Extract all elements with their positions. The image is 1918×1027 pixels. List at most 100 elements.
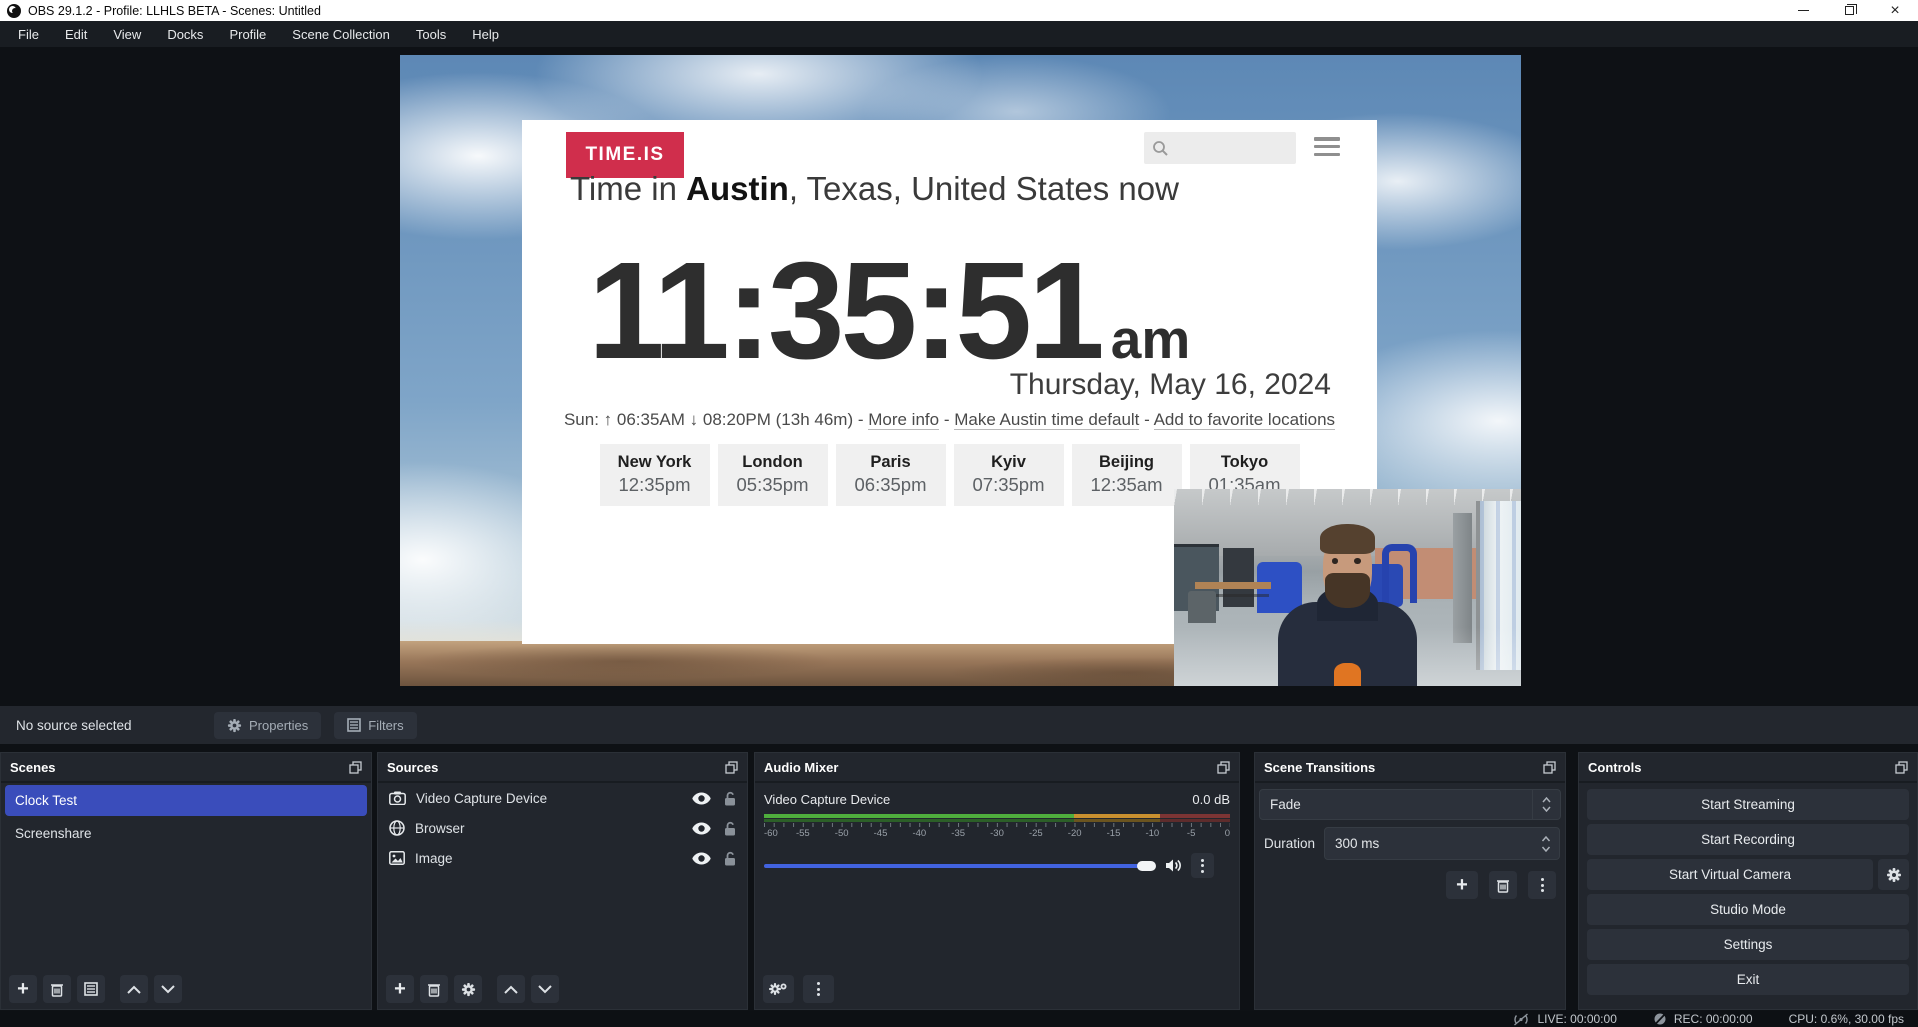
add-scene-button[interactable]: + — [9, 975, 37, 1003]
menu-docks[interactable]: Docks — [154, 21, 216, 47]
timeis-sun-line: Sun: ↑ 06:35AM ↓ 08:20PM (13h 46m) - Mor… — [522, 410, 1377, 430]
globe-icon — [389, 820, 405, 836]
source-row-video-capture[interactable]: Video Capture Device — [378, 783, 747, 813]
start-virtual-camera-button[interactable]: Start Virtual Camera — [1587, 859, 1873, 890]
audio-mixer-header[interactable]: Audio Mixer — [755, 753, 1239, 783]
source-context-bar: No source selected Properties Filters — [0, 706, 1918, 744]
scene-item-screenshare[interactable]: Screenshare — [5, 818, 367, 849]
remove-source-button[interactable] — [420, 975, 448, 1003]
source-row-browser[interactable]: Browser — [378, 813, 747, 843]
menu-tools[interactable]: Tools — [403, 21, 459, 47]
record-inactive-icon — [1653, 1012, 1667, 1026]
obs-logo-icon — [7, 4, 21, 18]
menu-edit[interactable]: Edit — [52, 21, 100, 47]
preview-workspace: TIME.IS Time in Austin, Texas, United St… — [0, 47, 1918, 706]
city-card-newyork: New York12:35pm — [600, 444, 710, 506]
mixer-channel-menu-button[interactable] — [1191, 853, 1214, 878]
scenes-panel: Scenes Clock Test Screenshare + — [0, 752, 372, 1010]
mixer-menu-button[interactable] — [803, 975, 834, 1003]
make-default-link: Make Austin time default — [954, 410, 1139, 430]
menu-profile[interactable]: Profile — [216, 21, 279, 47]
settings-button[interactable]: Settings — [1587, 929, 1909, 960]
clock-digits: 11:35:51 — [588, 242, 1101, 380]
source-row-image[interactable]: Image — [378, 843, 747, 873]
lock-open-icon[interactable] — [724, 821, 736, 836]
stream-inactive-icon — [1512, 1013, 1530, 1026]
virtual-camera-settings-button[interactable] — [1878, 859, 1909, 890]
move-scene-down-button[interactable] — [154, 975, 182, 1003]
close-button[interactable]: × — [1872, 0, 1918, 21]
volume-slider[interactable] — [764, 860, 1156, 872]
minimize-button[interactable] — [1780, 0, 1826, 21]
video-capture-source-webcam[interactable] — [1174, 489, 1521, 686]
start-recording-button[interactable]: Start Recording — [1587, 824, 1909, 855]
filters-icon — [84, 982, 98, 996]
popout-icon[interactable] — [725, 761, 738, 774]
move-scene-up-button[interactable] — [120, 975, 148, 1003]
search-icon — [1152, 140, 1169, 157]
favorite-locations-link: Add to favorite locations — [1154, 410, 1335, 430]
volume-slider-handle[interactable] — [1137, 861, 1156, 871]
duration-spinbox[interactable]: 300 ms — [1324, 827, 1560, 860]
menu-scene-collection[interactable]: Scene Collection — [279, 21, 403, 47]
restore-icon — [1845, 6, 1854, 15]
meter-scale: -60 -55 -50 -45 -40 -35 -30 -25 -20 -15 … — [764, 828, 1230, 841]
remove-transition-button[interactable] — [1489, 871, 1517, 899]
start-streaming-button[interactable]: Start Streaming — [1587, 789, 1909, 820]
controls-panel-header[interactable]: Controls — [1579, 753, 1917, 783]
timeis-heading: Time in Austin, Texas, United States now — [570, 170, 1179, 208]
window-controls: × — [1780, 0, 1918, 21]
popout-icon[interactable] — [1895, 761, 1908, 774]
menu-file[interactable]: File — [5, 21, 52, 47]
exit-button[interactable]: Exit — [1587, 964, 1909, 995]
sources-panel-header[interactable]: Sources — [378, 753, 747, 783]
person-eye-right — [1354, 558, 1360, 564]
transition-menu-button[interactable] — [1528, 871, 1556, 899]
popout-icon[interactable] — [349, 761, 362, 774]
popout-icon[interactable] — [1543, 761, 1556, 774]
mixer-level-db: 0.0 dB — [1192, 792, 1230, 807]
popout-icon[interactable] — [1217, 761, 1230, 774]
scene-item-clock-test[interactable]: Clock Test — [5, 785, 367, 816]
person-beard — [1325, 573, 1369, 609]
filters-button[interactable]: Filters — [334, 712, 416, 739]
transition-selected-value: Fade — [1260, 797, 1532, 812]
move-source-up-button[interactable] — [497, 975, 525, 1003]
restore-button[interactable] — [1826, 0, 1872, 21]
kebab-menu-icon — [1201, 859, 1204, 873]
source-properties-button[interactable] — [454, 975, 482, 1003]
lock-open-icon[interactable] — [724, 791, 736, 806]
studio-mode-button[interactable]: Studio Mode — [1587, 894, 1909, 925]
advanced-audio-properties-button[interactable] — [763, 975, 794, 1003]
properties-button[interactable]: Properties — [214, 712, 321, 739]
scene-filters-button[interactable] — [77, 975, 105, 1003]
add-transition-button[interactable]: + — [1446, 871, 1478, 899]
add-source-button[interactable]: + — [386, 975, 414, 1003]
remove-scene-button[interactable] — [43, 975, 71, 1003]
visibility-eye-icon[interactable] — [692, 792, 711, 805]
visibility-eye-icon[interactable] — [692, 822, 711, 835]
scenes-panel-header[interactable]: Scenes — [1, 753, 371, 783]
city-card-london: London05:35pm — [718, 444, 828, 506]
scenes-toolbar: + — [9, 975, 182, 1003]
timeis-date: Thursday, May 16, 2024 — [1010, 368, 1331, 402]
spin-up-icon[interactable] — [1541, 836, 1551, 842]
chevron-up-icon — [127, 985, 141, 994]
webcam-person — [1278, 524, 1417, 686]
speaker-icon[interactable] — [1165, 858, 1182, 873]
visibility-eye-icon[interactable] — [692, 852, 711, 865]
menu-view[interactable]: View — [100, 21, 154, 47]
source-selection-status: No source selected — [16, 718, 214, 733]
move-source-down-button[interactable] — [531, 975, 559, 1003]
meter-tick-marks — [764, 823, 1230, 827]
scene-transitions-header[interactable]: Scene Transitions — [1255, 753, 1565, 783]
volume-slider-track — [764, 864, 1142, 868]
minimize-icon — [1798, 10, 1809, 11]
more-info-link: More info — [868, 410, 939, 430]
spin-down-icon[interactable] — [1541, 846, 1551, 852]
lock-open-icon[interactable] — [724, 851, 736, 866]
preview-canvas[interactable]: TIME.IS Time in Austin, Texas, United St… — [400, 55, 1521, 686]
volume-meter-bar-dim — [764, 819, 1230, 822]
menu-help[interactable]: Help — [459, 21, 512, 47]
transition-select[interactable]: Fade — [1259, 789, 1561, 820]
